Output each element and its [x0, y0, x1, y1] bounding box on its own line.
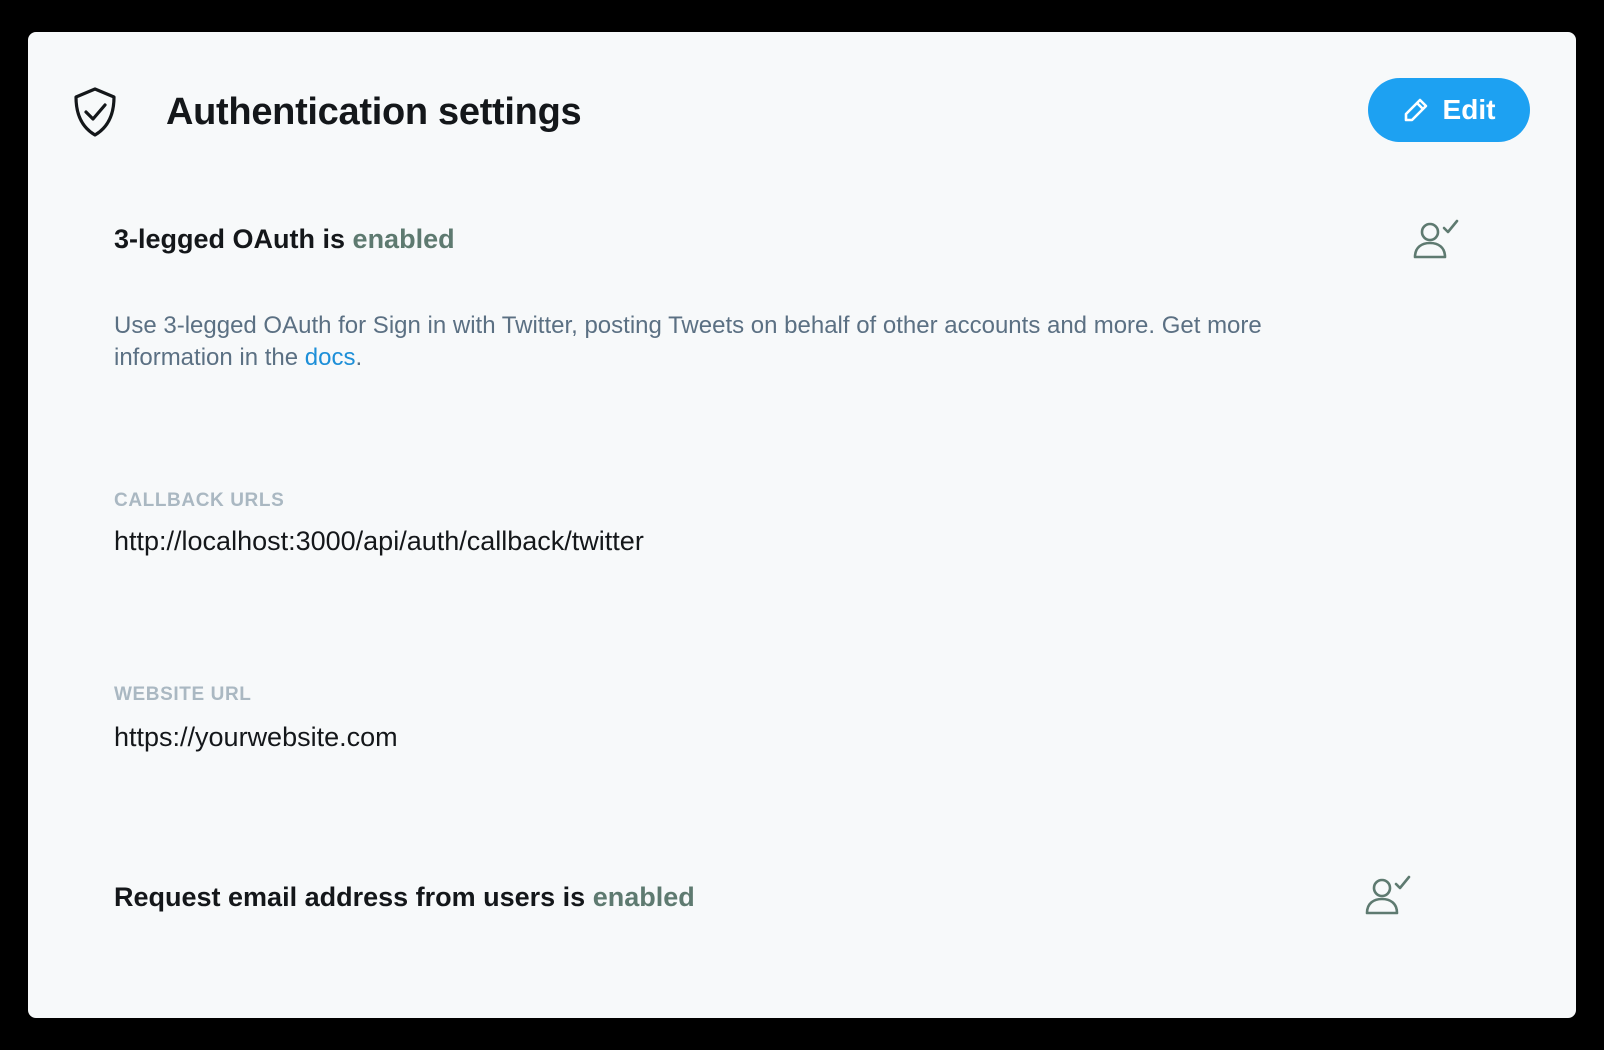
card-header: Authentication settings Edit	[28, 32, 1576, 182]
shield-check-icon	[74, 87, 116, 137]
callback-urls-label: CALLBACK URLS	[114, 490, 285, 511]
oauth-heading-text: 3-legged OAuth is	[114, 224, 346, 254]
user-check-icon	[1413, 219, 1459, 259]
email-status: enabled	[592, 882, 695, 912]
callback-url-value: http://localhost:3000/api/auth/callback/…	[114, 526, 644, 556]
page-title: Authentication settings	[166, 91, 582, 133]
oauth-description-end: .	[355, 344, 363, 371]
website-url-label: WEBSITE URL	[114, 684, 252, 705]
oauth-description-text: Use 3-legged OAuth for Sign in with Twit…	[114, 312, 1262, 371]
pencil-icon	[1404, 98, 1427, 122]
oauth-status: enabled	[352, 224, 455, 254]
email-heading: Request email address from users is enab…	[114, 882, 695, 913]
auth-settings-card: Authentication settings Edit 3-legged OA…	[28, 32, 1576, 1018]
email-heading-text: Request email address from users is	[114, 882, 586, 912]
oauth-heading: 3-legged OAuth is enabled	[114, 224, 455, 255]
edit-button-label: Edit	[1442, 94, 1496, 125]
docs-link[interactable]: docs	[305, 344, 356, 371]
website-url-value: https://yourwebsite.com	[114, 722, 398, 752]
user-check-icon	[1365, 875, 1411, 915]
oauth-description: Use 3-legged OAuth for Sign in with Twit…	[114, 310, 1354, 374]
edit-button[interactable]: Edit	[1368, 78, 1530, 142]
